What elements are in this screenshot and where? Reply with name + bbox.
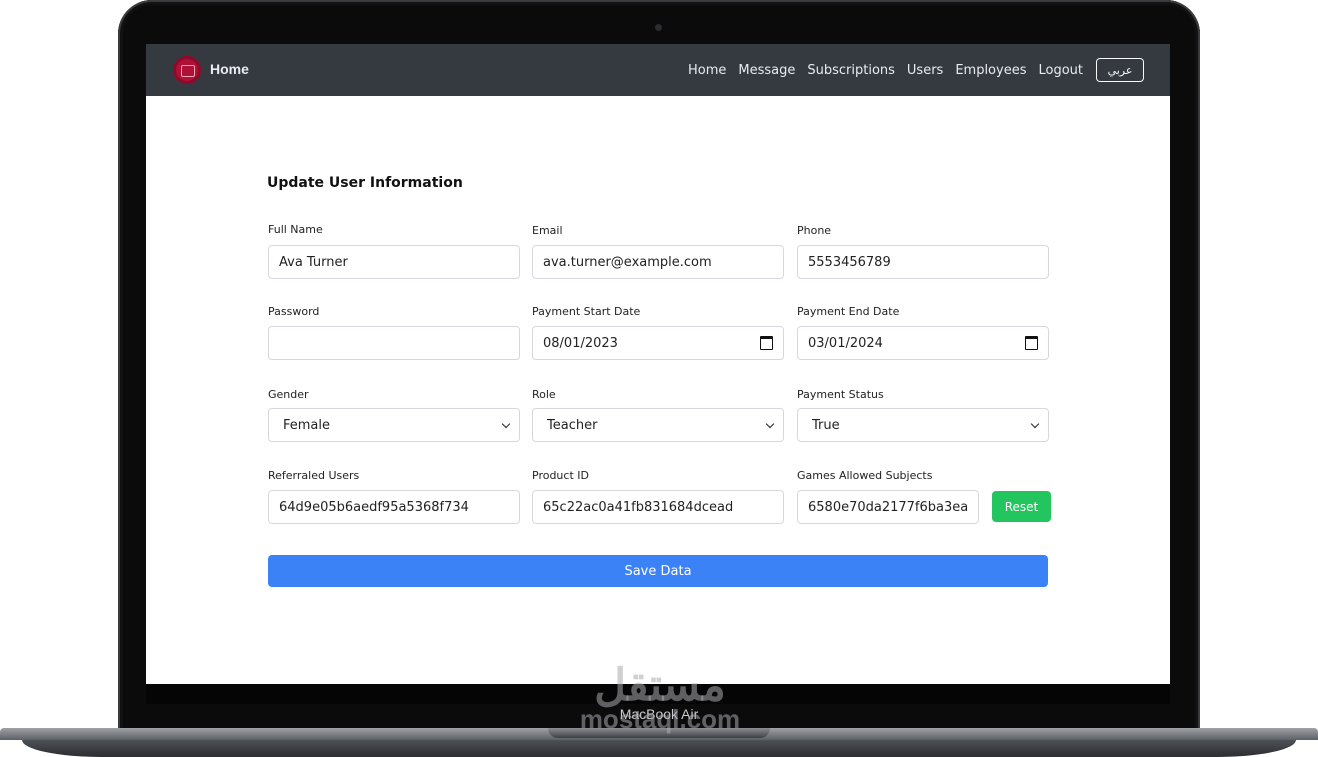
calendar-icon[interactable] (1025, 336, 1038, 350)
full-name-label: Full Name (268, 223, 323, 236)
calendar-icon[interactable] (760, 336, 773, 350)
password-input[interactable] (268, 326, 520, 360)
games-allowed-subjects-value: 6580e70da2177f6ba3eae3 (808, 499, 968, 515)
role-select[interactable]: Teacher (532, 408, 784, 442)
email-input[interactable]: ava.turner@example.com (532, 245, 784, 279)
watermark: مستقل mostaql.com (560, 661, 760, 734)
form-title: Update User Information (267, 175, 463, 191)
payment-status-select[interactable]: True (797, 408, 1049, 442)
app-screen: Home Home Message Subscriptions Users Em… (146, 44, 1170, 684)
logo-icon[interactable] (173, 56, 201, 84)
chevron-down-icon (765, 419, 775, 428)
nav-link-subscriptions[interactable]: Subscriptions (807, 63, 895, 78)
payment-start-date-input[interactable]: 08/01/2023 (532, 326, 784, 360)
nav-link-home[interactable]: Home (688, 63, 726, 78)
referraled-users-input[interactable]: 64d9e05b6aedf95a5368f734 (268, 490, 520, 524)
password-label: Password (268, 305, 320, 318)
phone-value: 5553456789 (808, 254, 891, 270)
referraled-users-label: Referraled Users (268, 469, 360, 482)
navbar-brand[interactable]: Home (210, 61, 249, 77)
role-value: Teacher (547, 417, 598, 433)
games-allowed-subjects-input[interactable]: 6580e70da2177f6ba3eae3 (797, 490, 979, 524)
email-label: Email (532, 224, 563, 237)
gender-select[interactable]: Female (268, 408, 520, 442)
save-data-button[interactable]: Save Data (268, 555, 1048, 587)
phone-label: Phone (797, 224, 832, 237)
full-name-value: Ava Turner (279, 254, 348, 270)
referraled-users-value: 64d9e05b6aedf95a5368f734 (279, 499, 469, 515)
full-name-input[interactable]: Ava Turner (268, 245, 520, 279)
product-id-input[interactable]: 65c22ac0a41fb831684dcead (532, 490, 784, 524)
role-label: Role (532, 388, 556, 401)
payment-status-value: True (812, 417, 840, 433)
email-value: ava.turner@example.com (543, 254, 712, 270)
base-bottom (22, 740, 1296, 757)
nav-link-logout[interactable]: Logout (1038, 63, 1083, 78)
phone-input[interactable]: 5553456789 (797, 245, 1049, 279)
gender-value: Female (283, 417, 331, 433)
reset-button[interactable]: Reset (992, 491, 1051, 522)
nav-link-message[interactable]: Message (738, 63, 795, 78)
payment-end-date-label: Payment End Date (797, 305, 900, 318)
nav-link-users[interactable]: Users (907, 63, 943, 78)
nav-link-employees[interactable]: Employees (955, 63, 1026, 78)
product-id-label: Product ID (532, 469, 589, 482)
watermark-arabic: مستقل (594, 661, 726, 710)
navbar: Home Home Message Subscriptions Users Em… (146, 44, 1170, 96)
payment-status-label: Payment Status (797, 388, 884, 401)
games-allowed-subjects-label: Games Allowed Subjects (797, 469, 933, 482)
watermark-latin: mostaql.com (579, 704, 741, 734)
nav-links: Home Message Subscriptions Users Employe… (676, 58, 1144, 82)
gender-label: Gender (268, 388, 309, 401)
camera-icon (655, 24, 662, 31)
payment-end-date-input[interactable]: 03/01/2024 (797, 326, 1049, 360)
chevron-down-icon (1030, 419, 1040, 428)
payment-start-date-value: 08/01/2023 (543, 335, 618, 351)
payment-start-date-label: Payment Start Date (532, 305, 641, 318)
language-toggle-button[interactable]: عربي (1096, 58, 1144, 82)
payment-end-date-value: 03/01/2024 (808, 335, 883, 351)
chevron-down-icon (501, 419, 511, 428)
product-id-value: 65c22ac0a41fb831684dcead (543, 499, 734, 515)
